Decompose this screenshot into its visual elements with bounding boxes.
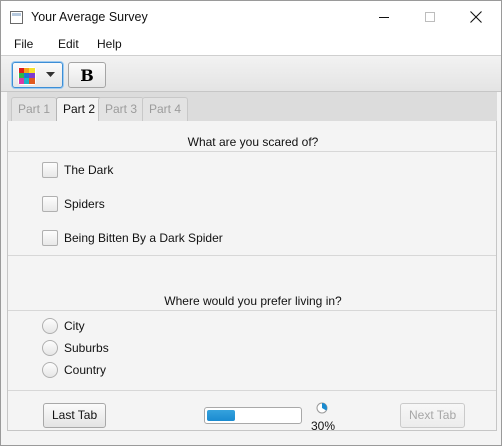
radio-button[interactable] (42, 340, 58, 356)
menu-help[interactable]: Help (97, 37, 122, 51)
tab-content: What are you scared of? The Dark Spiders… (7, 121, 497, 433)
title-bar: Your Average Survey (1, 1, 501, 33)
radio-option[interactable]: Suburbs (42, 339, 109, 357)
checkbox-label: The Dark (64, 163, 114, 177)
progress-bar (204, 407, 302, 424)
close-button[interactable] (453, 1, 499, 33)
checkbox-option[interactable]: Spiders (42, 195, 105, 213)
color-palette-icon (18, 67, 36, 85)
checkbox[interactable] (42, 162, 58, 178)
radio-option[interactable]: City (42, 317, 85, 335)
checkbox-option[interactable]: The Dark (42, 161, 113, 179)
next-tab-button[interactable]: Next Tab (400, 403, 466, 428)
minimize-icon (378, 16, 389, 18)
divider (8, 151, 496, 152)
tab-part-1[interactable]: Part 1 (11, 97, 58, 121)
radio-option[interactable]: Country (42, 361, 106, 379)
toolbar: B (1, 55, 501, 92)
bold-button[interactable]: B (68, 62, 106, 88)
window-app-icon (10, 11, 23, 24)
checkbox-label: Spiders (64, 197, 105, 211)
bold-icon: B (80, 65, 94, 85)
maximize-icon (424, 11, 435, 22)
chevron-down-icon (46, 72, 55, 77)
tab-part-2[interactable]: Part 2 (56, 97, 103, 122)
checkbox[interactable] (42, 230, 58, 246)
radio-label: Suburbs (64, 341, 109, 355)
progress-fill (207, 410, 235, 421)
tab-part-4[interactable]: Part 4 (142, 97, 189, 121)
question-1-title: What are you scared of? (187, 135, 319, 149)
checkbox-label: Being Bitten By a Dark Spider (64, 231, 223, 245)
last-tab-button[interactable]: Last Tab (43, 403, 107, 428)
minimize-button[interactable] (361, 1, 407, 33)
tab-bar: Part 1 Part 2 Part 3 Part 4 (7, 92, 497, 122)
menu-edit[interactable]: Edit (58, 37, 79, 51)
close-icon (470, 11, 482, 23)
app-window: Your Average Survey File Edit Help B Par… (0, 0, 502, 446)
menu-file[interactable]: File (14, 37, 33, 51)
progress-indicator-icon (316, 402, 328, 414)
question-2-title: Where would you prefer living in? (164, 294, 342, 308)
radio-label: Country (64, 363, 107, 377)
radio-label: City (64, 319, 85, 333)
menu-bar: File Edit Help (1, 33, 501, 55)
tab-part-3[interactable]: Part 3 (98, 97, 145, 121)
maximize-button[interactable] (407, 1, 453, 33)
color-picker-button[interactable] (12, 62, 63, 88)
radio-button[interactable] (42, 318, 58, 334)
checkbox-option[interactable]: Being Bitten By a Dark Spider (42, 229, 223, 247)
divider (8, 310, 496, 311)
checkbox[interactable] (42, 196, 58, 212)
divider (8, 255, 496, 256)
window-title: Your Average Survey (31, 10, 148, 24)
radio-button[interactable] (42, 362, 58, 378)
divider (8, 390, 496, 391)
progress-percent: 30% (311, 419, 336, 433)
